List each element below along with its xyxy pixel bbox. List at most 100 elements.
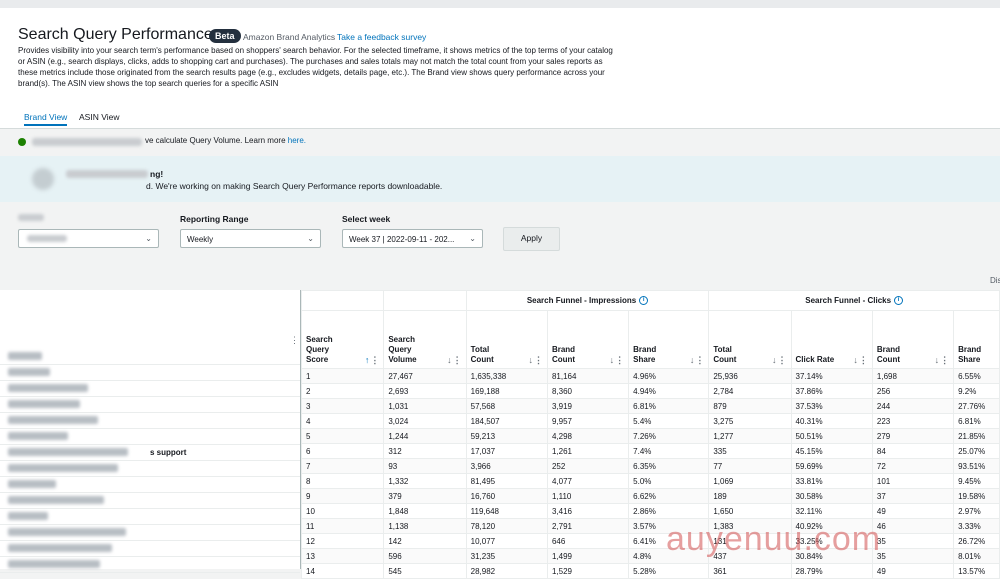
column-header-clicks-brand-count[interactable]: Brand Count ↓ ⋮	[871, 310, 955, 369]
table-cell: 93.51%	[953, 458, 1000, 474]
table-cell: 2,693	[383, 383, 467, 399]
table-cell: 9,957	[546, 413, 630, 429]
sort-icon[interactable]: ↓	[610, 355, 615, 365]
table-cell: 6.81%	[628, 398, 710, 414]
select-week-value: Week 37 | 2022-09-11 - 202...	[349, 235, 455, 244]
table-cell: 49	[871, 563, 955, 579]
table-cell: 4.96%	[628, 368, 710, 384]
banner-heading: ng!	[150, 169, 164, 179]
table-cell: 7	[300, 458, 385, 474]
table-cell: 16,760	[465, 488, 548, 504]
column-menu-icon[interactable]: ⋮	[534, 355, 543, 365]
column-menu-icon[interactable]: ⋮	[370, 355, 379, 365]
table-cell: 26.72%	[953, 533, 1000, 549]
table-cell: 37.53%	[790, 398, 873, 414]
table-cell: 35	[871, 533, 955, 549]
table-cell: 21.85%	[953, 428, 1000, 444]
sort-icon[interactable]: ↓	[447, 355, 452, 365]
table-cell: 101	[871, 473, 955, 489]
status-dot-icon	[18, 138, 26, 146]
learn-more-link[interactable]: here.	[288, 136, 306, 145]
table-cell: 8,360	[546, 383, 630, 399]
table-cell: 7.4%	[628, 443, 710, 459]
table-row: 10 1,848 119,648 3,416 2.86% 1,650 32.11% 49 2.9…	[300, 503, 1000, 519]
column-header-click-rate[interactable]: Click Rate ↓ ⋮	[790, 310, 873, 369]
table-cell: 1,138	[383, 518, 467, 534]
table-cell: 256	[871, 383, 955, 399]
reporting-range-value: Weekly	[187, 235, 214, 244]
table-cell: 27.76%	[953, 398, 1000, 414]
info-icon[interactable]: i	[894, 296, 904, 306]
table-cell: 1,332	[383, 473, 467, 489]
table-cell: 142	[383, 533, 467, 549]
column-menu-icon[interactable]: ⋮	[940, 355, 949, 365]
sort-icon[interactable]: ↓	[528, 355, 533, 365]
table-row: 1 27,467 1,635,338 81,164 4.96% 25,936 37.14% 1…	[300, 368, 1000, 384]
table-row: 7 93 3,966 252 6.35% 77 59.69% 72 93.51%	[300, 458, 1000, 474]
column-menu-icon[interactable]: ⋮	[453, 355, 462, 365]
table-cell: 119,648	[465, 503, 548, 519]
table-cell: 6.81%	[953, 413, 1000, 429]
info-icon[interactable]: i	[639, 296, 649, 306]
apply-button[interactable]: Apply	[503, 227, 560, 251]
column-menu-icon[interactable]: ⋮	[615, 355, 624, 365]
table-cell: 13.57%	[953, 563, 1000, 579]
banner-message: d. We're working on making Search Query …	[146, 181, 443, 191]
column-menu-icon[interactable]: ⋮	[290, 335, 299, 346]
column-menu-icon[interactable]: ⋮	[778, 355, 787, 365]
table-row: 13 596 31,235 1,499 4.8% 437 30.84% 35 8.01%	[300, 548, 1000, 564]
table-cell: 57,568	[465, 398, 548, 414]
table-row: 5 1,244 59,213 4,298 7.26% 1,277 50.51% 279 21.8…	[300, 428, 1000, 444]
feedback-survey-link[interactable]: Take a feedback survey	[337, 32, 426, 42]
table-cell: 3,919	[546, 398, 630, 414]
select-week-select[interactable]: Week 37 | 2022-09-11 - 202... ⌄	[342, 229, 483, 248]
table-cell: 40.31%	[790, 413, 873, 429]
chevron-down-icon: ⌄	[469, 234, 476, 243]
column-header-impressions-brand-count[interactable]: Brand Count ↓ ⋮	[546, 310, 630, 369]
table-cell: 3.33%	[953, 518, 1000, 534]
table-row: 14 545 28,982 1,529 5.28% 361 28.79% 49 13.57%	[300, 563, 1000, 579]
reporting-range-select[interactable]: Weekly ⌄	[180, 229, 321, 248]
table-cell: 1,698	[871, 368, 955, 384]
column-menu-icon[interactable]: ⋮	[695, 355, 704, 365]
table-row: 6 312 17,037 1,261 7.4% 335 45.15% 84 25.07%	[300, 443, 1000, 459]
table-cell: 77	[708, 458, 792, 474]
table-cell: 1,244	[383, 428, 467, 444]
column-menu-icon[interactable]: ⋮	[859, 355, 868, 365]
tab-brand-view[interactable]: Brand View	[24, 112, 68, 126]
table-cell: 32.11%	[790, 503, 873, 519]
table-cell: 1,848	[383, 503, 467, 519]
column-header-impressions-total-count[interactable]: Total Count ↓ ⋮	[465, 310, 548, 369]
column-header-impressions-brand-share[interactable]: Brand Share ↓ ⋮	[628, 310, 710, 369]
info-text: ve calculate Query Volume. Learn more	[145, 136, 288, 145]
table-cell: 252	[546, 458, 630, 474]
sort-ascending-icon[interactable]: ↑	[365, 355, 370, 365]
blurred-row	[0, 364, 300, 381]
blurred-text	[32, 138, 142, 146]
blurred-row	[0, 508, 300, 525]
table-cell: 879	[708, 398, 792, 414]
tab-asin-view[interactable]: ASIN View	[79, 112, 119, 122]
table-cell: 244	[871, 398, 955, 414]
table-cell: 28.79%	[790, 563, 873, 579]
display-text: Dis	[990, 276, 1000, 285]
blurred-filter-select[interactable]: ⌄	[18, 229, 159, 248]
column-header-search-query-volume[interactable]: Search Query Volume ↓ ⋮	[383, 310, 467, 369]
table-cell: 93	[383, 458, 467, 474]
sort-icon[interactable]: ↓	[935, 355, 940, 365]
column-header-clicks-total-count[interactable]: Total Count ↓ ⋮	[708, 310, 792, 369]
table-cell: 169,188	[465, 383, 548, 399]
table-cell: 10	[300, 503, 385, 519]
sort-icon[interactable]: ↓	[690, 355, 695, 365]
sort-icon[interactable]: ↓	[772, 355, 777, 365]
blurred-row	[0, 380, 300, 397]
table-cell: 11	[300, 518, 385, 534]
sort-icon[interactable]: ↓	[853, 355, 858, 365]
column-header-search-query-score[interactable]: Search Query Score ↑ ⋮	[300, 310, 385, 369]
column-header-clicks-brand-share[interactable]: Brand Share	[953, 310, 1000, 369]
watermark: auyenuu.com	[666, 520, 882, 558]
table-cell: 7.26%	[628, 428, 710, 444]
table-cell: 30.58%	[790, 488, 873, 504]
table-cell: 596	[383, 548, 467, 564]
table-cell: 3,275	[708, 413, 792, 429]
